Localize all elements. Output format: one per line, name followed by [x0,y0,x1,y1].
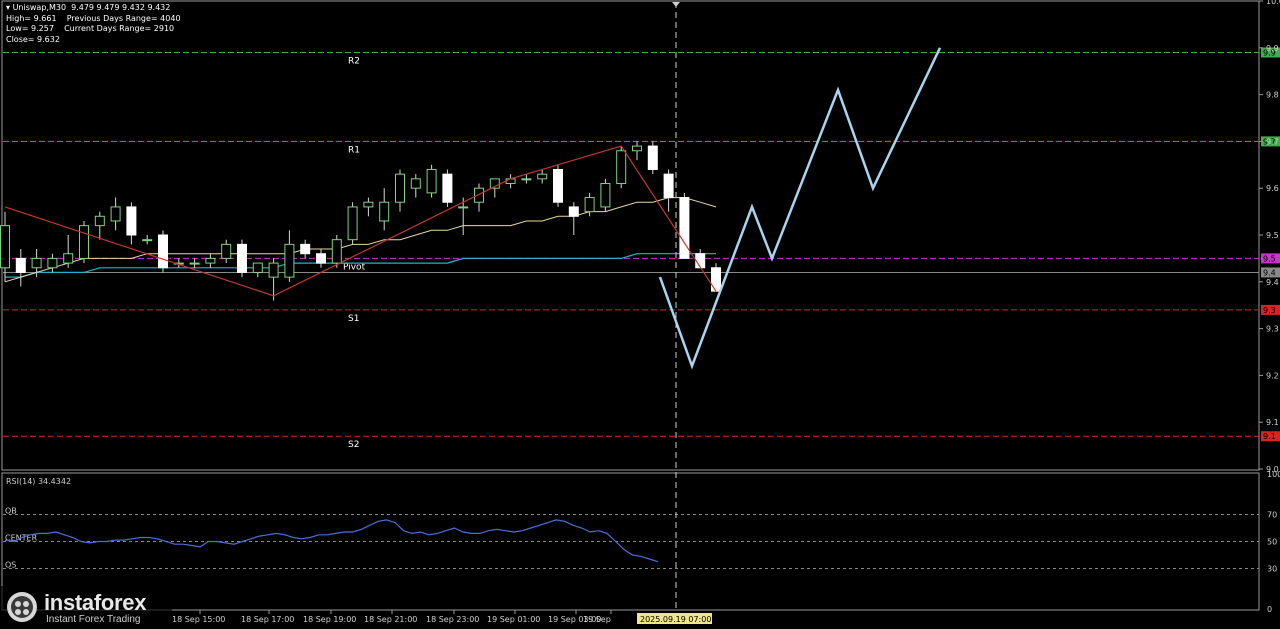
level-label-r1: R1 [348,145,360,155]
y-tick-label: 9.9 [1266,44,1279,53]
candle-bullish [458,206,469,209]
candle-bearish [442,173,453,203]
candle-bearish [158,234,168,269]
rsi-label: RSI(14) 34.4342 [6,477,71,486]
symbol-line: Uniswap,M30 9.479 9.479 9.432 9.432 [12,3,171,12]
rsi-level-label-ob: OB [5,507,17,516]
candle-bullish [379,201,390,222]
candle-bullish [0,225,10,269]
rsi-tick-label: 50 [1267,538,1277,547]
prev-range-value: Previous Days Range= 4040 [66,13,181,23]
y-tick-label: 9.4 [1266,278,1279,287]
candle-bullish [537,173,548,180]
candle-bullish [410,178,421,189]
rsi-level-label-os: OS [5,561,16,570]
candle-bullish [426,168,437,194]
candle-bullish [221,243,232,259]
y-tick-label: 9.1 [1266,418,1279,427]
level-label-pivot: Pivot [343,262,366,272]
chart-canvas[interactable]: R29.9R19.7Pivot9.5S19.3S29.19.4 10.09.99… [0,0,1280,629]
x-tick-label: 19 Sep [583,615,611,624]
level-price-badge-text: 9.5 [1263,254,1276,263]
candle-bearish [568,206,579,217]
y-tick-label: 9.8 [1266,91,1279,100]
candle-bullish [474,187,484,203]
y-tick-label: 10.0 [1266,0,1280,6]
candle-bearish [316,253,326,264]
candle-bearish [553,168,563,203]
candle-bearish [711,267,721,292]
curr-range-value: Current Days Range= 2910 [64,24,175,33]
candle-bullish [584,197,595,213]
watermark-name: instaforex [44,590,147,615]
x-tick-label: 19 Sep 01:00 [487,615,540,624]
rsi-tick-label: 30 [1267,565,1277,574]
candle-bullish [31,257,42,269]
instaforex-logo-icon [7,592,37,622]
candle-bearish [663,173,674,199]
y-tick-label: 9.5 [1266,231,1279,240]
candle-bullish [205,257,216,264]
candle-bearish [647,145,658,170]
watermark-tagline: Instant Forex Trading [46,614,141,625]
candle-bullish [521,178,532,181]
candle-bullish [616,150,627,185]
candle-bullish [189,262,200,265]
watermark: instaforex Instant Forex Trading [0,586,172,629]
candle-bullish [347,206,358,241]
candle-bullish [395,173,405,203]
x-highlight-label: 2025.09.19 07:00 [640,615,711,624]
candle-bearish [679,197,690,259]
candle-bearish [15,257,26,273]
rsi-tick-label: 0 [1267,605,1272,614]
candle-bullish [252,262,263,273]
level-price-badge-text: 9.1 [1263,432,1276,441]
rsi-tick-label: 70 [1267,511,1277,520]
close-value: Close= 9.632 [6,34,60,44]
candle-bullish [363,201,374,208]
candle-bullish [600,183,611,208]
x-tick-label: 18 Sep 21:00 [364,615,417,624]
candle-bullish [110,206,121,222]
candle-bearish [300,243,311,255]
y-tick-label: 9.6 [1266,184,1279,193]
candle-bearish [126,206,137,236]
candle-bullish [284,243,295,278]
current-price-badge-text: 9.4 [1263,268,1276,277]
candle-bullish [331,239,342,264]
y-tick-label: 9.3 [1266,325,1279,334]
y-tick-label: 9.2 [1266,371,1279,380]
level-label-s1: S1 [348,314,359,324]
x-tick-label: 18 Sep 23:00 [426,615,479,624]
candle-bullish [505,178,516,185]
candle-bearish [237,243,247,273]
low-value: Low= 9.257 [6,24,54,33]
high-value: High= 9.661 [6,13,57,23]
candle-bullish [268,262,279,278]
candle-bearish [695,253,706,269]
level-label-r2: R2 [348,56,360,66]
x-tick-label: 18 Sep 17:00 [241,615,294,624]
candle-bullish [79,225,89,259]
candle-bullish [63,253,74,264]
level-label-s2: S2 [348,440,359,450]
candle-bullish [47,257,58,269]
level-price-badge-text: 9.3 [1263,306,1276,315]
candle-bullish [632,145,642,152]
rsi-tick-label: 100 [1267,470,1280,479]
y-tick-label: 9.7 [1266,137,1279,146]
candle-bullish [142,239,153,242]
x-tick-label: 18 Sep 15:00 [172,615,225,624]
x-tick-label: 18 Sep 19:00 [303,615,356,624]
ohlc-info: ▾ Uniswap,M30 9.479 9.479 9.432 9.432 Hi… [6,3,181,45]
candle-bullish [94,215,105,227]
